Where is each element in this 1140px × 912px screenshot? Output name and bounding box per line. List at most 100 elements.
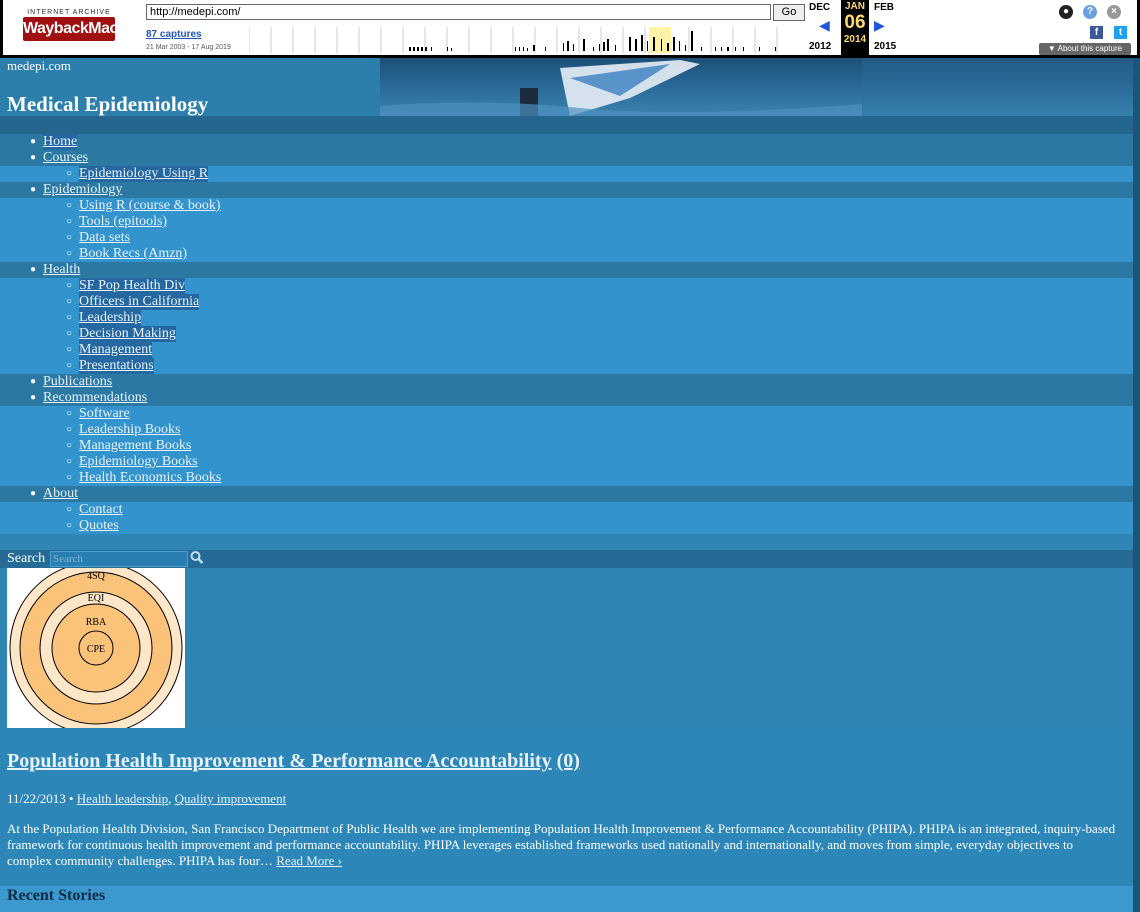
ring-label-4sq: 4SQ [87,571,106,582]
framework-diagram[interactable]: 4SQ EQI RBA CPE [7,568,185,728]
nav-subitem-epidemiology-using-r: ○ Epidemiology Using R [0,166,1133,182]
site-title[interactable]: Medical Epidemiology [7,92,208,116]
nav-link[interactable]: Decision Making [79,326,176,342]
article-excerpt: Population Health Improvement & Performa… [0,728,1133,912]
header-banner-image [380,58,862,116]
nav-link[interactable]: Leadership [79,310,142,326]
nav-item-home: ● Home [0,134,1133,150]
nav-link[interactable]: Software [79,406,130,422]
nav-subitem-leadership: ○ Leadership [0,310,1133,326]
wayback-next-arrow-icon[interactable]: ▶ [874,17,885,34]
close-icon[interactable]: × [1107,5,1121,19]
ring-label-cpe: CPE [87,644,105,655]
header-divider [0,116,1140,134]
wayback-icons: ● ? × [1047,5,1127,21]
nav-link[interactable]: SF Pop Health Div [79,278,186,294]
nav-subitem-leadership-books: ○ Leadership Books [0,422,1133,438]
nav-link[interactable]: Contact [79,502,123,518]
facebook-icon[interactable]: f [1090,26,1103,39]
help-icon[interactable]: ? [1083,5,1097,19]
wayback-toolbar: INTERNET ARCHIVE WaybackMachine http://m… [0,0,1140,58]
nav-link[interactable]: Management Books [79,438,191,454]
nav-subitem-tools: ○ Tools (epitools) [0,214,1133,230]
nav-link[interactable]: Publications [43,374,112,390]
wayback-sparkline[interactable] [249,27,803,53]
nav-link[interactable]: Book Recs (Amzn) [79,246,187,262]
nav-link[interactable]: Presentations [79,358,154,374]
windsurfer-image [380,60,862,116]
nav-subitem-sf-pop-health: ○ SF Pop Health Div [0,278,1133,294]
nav-link[interactable]: About [43,486,78,502]
search-icon[interactable] [190,550,204,566]
main-navigation: ● Home ● Courses ○ Epidemiology Using R ● Ep… [0,134,1133,534]
category-link[interactable]: Quality improvement [175,791,287,806]
nav-subitem-management: ○ Management [0,342,1133,358]
about-capture-button[interactable]: ▼ About this capture [1039,43,1131,55]
wayback-current-date: JAN 06 2014 [841,0,869,55]
nav-link[interactable]: Using R (course & book) [79,198,221,214]
nav-item-health: ● Health [0,262,1133,278]
nav-item-recommendations: ● Recommendations [0,390,1133,406]
nav-subitem-contact: ○ Contact [0,502,1133,518]
category-link[interactable]: Health leadership [77,791,168,806]
nav-link[interactable]: Epidemiology Books [79,454,198,470]
nav-link[interactable]: Recommendations [43,390,147,406]
wayback-capture-range: 21 Mar 2003 - 17 Aug 2019 [146,44,231,51]
wayback-prev-year[interactable]: 2012 [809,41,831,52]
nav-link[interactable]: Quotes [79,518,119,534]
nav-subitem-data-sets: ○ Data sets [0,230,1133,246]
nav-link[interactable]: Leadership Books [79,422,180,438]
wayback-captures-link[interactable]: 87 captures [146,29,202,40]
wayback-current-year: 2014 [843,34,867,45]
nav-subitem-health-economics-books: ○ Health Economics Books [0,470,1133,486]
nav-link[interactable]: Tools (epitools) [79,214,167,230]
search-bar: Search Search [0,550,1133,568]
nav-link[interactable]: Officers in California [79,294,200,310]
nav-link[interactable]: Health [43,262,80,278]
recent-stories-heading: Recent Stories [7,887,106,904]
nav-item-publications: ● Publications [0,374,1133,390]
ring-label-rba: RBA [86,617,107,628]
nav-subitem-software: ○ Software [0,406,1133,422]
nav-subitem-quotes: ○ Quotes [0,518,1133,534]
nav-link[interactable]: Data sets [79,230,130,246]
nav-link[interactable]: Courses [43,150,88,166]
page-right-edge [1133,58,1140,912]
read-more-link[interactable]: Read More › [276,853,342,868]
wayback-next-month[interactable]: FEB [874,2,894,13]
category-separator: , [168,791,172,806]
wayback-current-month: JAN [844,1,865,12]
wayback-logo[interactable]: INTERNET ARCHIVE WaybackMachine [17,5,149,49]
nav-item-courses: ● Courses [0,150,1133,166]
user-icon[interactable]: ● [1059,5,1073,19]
wayback-prev-month[interactable]: DEC [809,2,830,13]
article-meta: 11/22/2013 • Health leadership, Quality … [7,791,286,807]
nav-link[interactable]: Epidemiology Using R [79,166,209,182]
nav-subitem-decision-making: ○ Decision Making [0,326,1133,342]
nav-link[interactable]: Home [43,134,78,150]
nav-subitem-book-recs: ○ Book Recs (Amzn) [0,246,1133,262]
twitter-icon[interactable]: t [1114,26,1127,39]
article-comments-link[interactable]: (0) [557,750,580,772]
header-banner-sea [862,58,1140,116]
article-body: At the Population Health Division, San F… [7,821,1117,869]
wayback-current-day: 06 [844,12,866,33]
nav-subitem-presentations: ○ Presentations [0,358,1133,374]
wayback-go-button[interactable]: Go [773,4,805,21]
recent-stories-section: Recent Stories [0,886,1133,912]
nav-link[interactable]: Health Economics Books [79,470,221,486]
wayback-next-year[interactable]: 2015 [874,41,896,52]
nav-subitem-management-books: ○ Management Books [0,438,1133,454]
nav-link[interactable]: Management [79,342,153,358]
site-header: medepi.com Medical Epidemiology [0,58,1140,116]
search-input[interactable]: Search [50,551,188,567]
wayback-url-input[interactable]: http://medepi.com/ [146,4,771,20]
article-title-link[interactable]: Population Health Improvement & Performa… [7,750,552,772]
wayback-logo-main: WaybackMachine [23,17,149,41]
wayback-prev-arrow-icon[interactable]: ◀ [819,17,830,34]
nav-subitem-using-r: ○ Using R (course & book) [0,198,1133,214]
ring-label-eqi: EQI [88,593,105,604]
article-text: At the Population Health Division, San F… [7,821,1116,868]
site-name[interactable]: medepi.com [7,58,71,74]
nav-link[interactable]: Epidemiology [43,182,122,198]
